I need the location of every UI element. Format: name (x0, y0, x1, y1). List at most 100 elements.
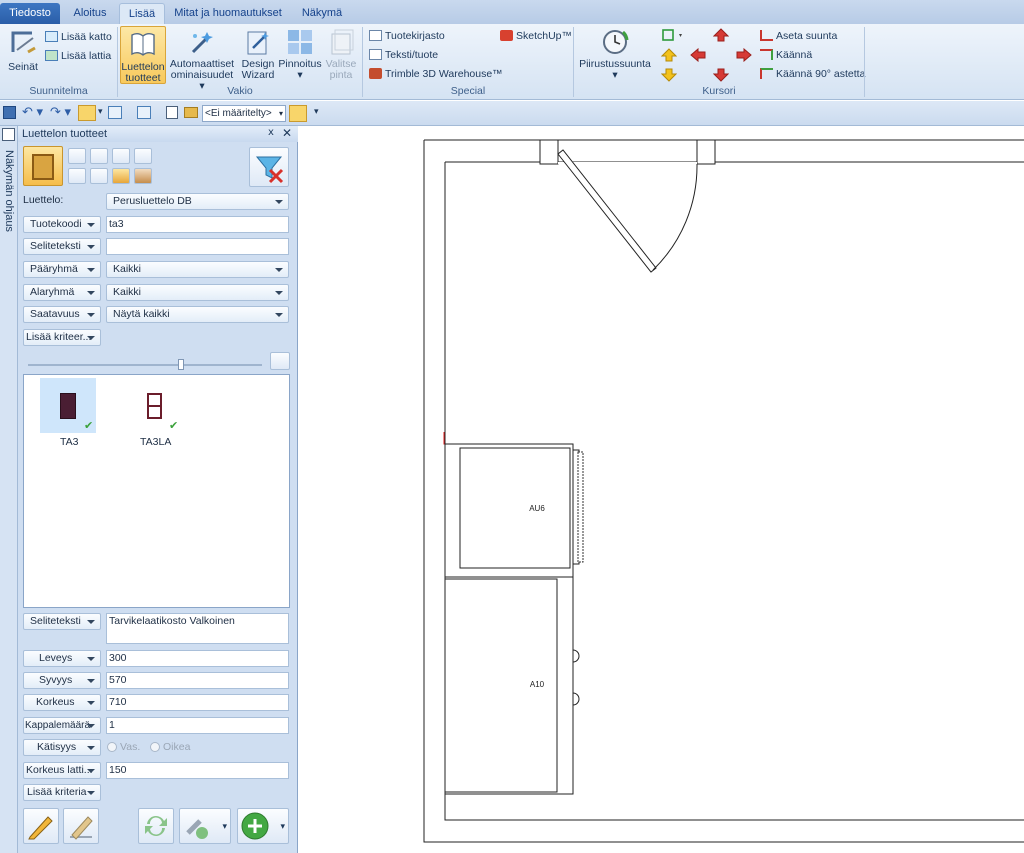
catalog-select[interactable]: Perusluettelo DB (106, 193, 289, 210)
replace-button[interactable] (138, 808, 174, 844)
view-select-value: <Ei määritelty> (205, 108, 272, 119)
category-corner-icon[interactable] (68, 148, 86, 164)
category-appliance-icon[interactable] (134, 148, 152, 164)
save-icon[interactable] (3, 106, 16, 119)
description-input[interactable] (106, 238, 289, 255)
draw-button[interactable] (23, 808, 59, 844)
product-library-button[interactable]: Tuotekirjasto (369, 28, 445, 44)
add-criteria-top-button[interactable]: Lisää kriteer... (23, 329, 101, 346)
slider-thumb[interactable] (178, 359, 184, 370)
sketchup-button[interactable]: SketchUp™ (500, 28, 572, 44)
close-icon[interactable]: ✕ (282, 126, 292, 140)
select-surface-button[interactable]: Valitse pinta (324, 28, 358, 84)
product-ta3la-label[interactable]: TA3LA (140, 436, 171, 448)
product-code-input[interactable]: ta3 (106, 216, 289, 233)
add-ceiling-button[interactable]: Lisää katto (45, 29, 112, 45)
dropdown-arrow-icon: ▾ (612, 69, 618, 81)
undo-icon[interactable]: ↶ ▾ (22, 104, 43, 120)
floor-height-criteria[interactable]: Korkeus latti... (23, 762, 101, 779)
selected-description-input[interactable]: Tarvikelaatikosto Valkoinen (106, 613, 289, 644)
redo-icon[interactable]: ↷ ▾ (50, 104, 71, 120)
arrow-down-icon[interactable] (712, 68, 730, 85)
depth-criteria[interactable]: Syvyys (23, 672, 101, 689)
book-view-icon[interactable] (289, 105, 307, 122)
category-furniture-icon[interactable] (134, 168, 152, 184)
tab-dimensions[interactable]: Mitat ja huomautukset (167, 3, 289, 24)
height-criteria[interactable]: Korkeus (23, 694, 101, 711)
thumbnail-size-slider[interactable] (28, 364, 262, 366)
add-product-button[interactable]: ▾ (237, 808, 289, 844)
hand-right-radio[interactable] (150, 742, 160, 752)
zoom-icon[interactable] (137, 106, 151, 119)
selected-description-criteria[interactable]: Seliteteksti (23, 613, 101, 630)
link-add-button[interactable]: ▾ (179, 808, 231, 844)
category-cabinet-icon[interactable] (23, 146, 63, 186)
sub-group-criteria[interactable]: Alaryhmä (23, 284, 101, 301)
clear-filter-button[interactable] (249, 147, 289, 187)
floor-plan-drawing[interactable]: AU6 A10 (299, 126, 1024, 853)
description-criteria[interactable]: Seliteteksti (23, 238, 101, 255)
main-group-criteria[interactable]: Pääryhmä (23, 261, 101, 278)
tab-file[interactable]: Tiedosto (0, 3, 60, 24)
coatings-button[interactable]: Pinnoitus ▾ (278, 28, 322, 84)
view-select[interactable]: <Ei määritelty> ▾ (202, 105, 286, 122)
trimble-warehouse-button[interactable]: Trimble 3D Warehouse™ (369, 66, 503, 82)
drawing-canvas[interactable]: AU6 A10 (299, 126, 1024, 853)
hand-left-radio[interactable] (107, 742, 117, 752)
arrow-up-yellow-icon[interactable] (660, 48, 678, 65)
checkbox-icon[interactable] (166, 106, 178, 119)
walls-button[interactable]: Seinät (4, 28, 42, 74)
sub-group-select[interactable]: Kaikki (106, 284, 289, 301)
category-tall-cabinet-icon[interactable] (112, 148, 130, 164)
width-criteria[interactable]: Leveys (23, 650, 101, 667)
main-group-select[interactable]: Kaikki (106, 261, 289, 278)
design-wizard-button[interactable]: Design Wizard (239, 28, 277, 84)
floor-height-input[interactable]: 150 (106, 762, 289, 779)
set-direction-button[interactable]: Aseta suunta (760, 28, 837, 44)
product-code-criteria[interactable]: Tuotekoodi (23, 216, 101, 233)
folder-icon[interactable] (184, 107, 198, 118)
catalog-products-button[interactable]: Luettelon tuotteet (120, 26, 166, 84)
pin-icon[interactable]: ⅹ (268, 127, 274, 138)
tab-home[interactable]: Aloitus (62, 3, 118, 24)
auto-properties-button[interactable]: Automaattiset ominaisuudet ▾ (168, 28, 236, 92)
category-wall-cabinet-icon[interactable] (90, 148, 108, 164)
sketchup-icon (500, 30, 513, 41)
add-criteria-button[interactable]: Lisää kriteria (23, 784, 101, 801)
text-product-button[interactable]: Teksti/tuote (369, 47, 438, 63)
arrow-left-icon[interactable] (690, 47, 706, 65)
product-ta3la-icon[interactable] (147, 393, 162, 419)
add-floor-button[interactable]: Lisää lattia (45, 48, 111, 64)
availability-criteria[interactable]: Saatavuus (23, 306, 101, 323)
arrow-down-yellow-icon[interactable] (660, 68, 678, 85)
door-frame-left (539, 139, 559, 165)
product-ta3-label[interactable]: TA3 (60, 436, 78, 448)
quantity-criteria[interactable]: Kappalemäärä (23, 717, 101, 734)
fit-view-icon[interactable] (661, 28, 685, 45)
rotate-90-button[interactable]: Käännä 90° astetta (760, 66, 865, 82)
view-control-sidetab[interactable]: Näkymän ohjaus (0, 126, 18, 853)
arrow-up-icon[interactable] (712, 28, 730, 45)
height-input[interactable]: 710 (106, 694, 289, 711)
rotate-button[interactable]: Käännä (760, 47, 812, 63)
tab-insert[interactable]: Lisää (119, 3, 165, 24)
availability-select[interactable]: Näytä kaikki (106, 306, 289, 323)
handedness-criteria[interactable]: Kätisyys (23, 739, 101, 756)
category-hood-icon[interactable] (68, 168, 86, 184)
door-leaf[interactable] (557, 149, 657, 273)
dropdown-arrow-icon[interactable]: ▾ (98, 106, 103, 117)
layout-icon[interactable] (108, 106, 122, 119)
category-panel-icon[interactable] (90, 168, 108, 184)
category-accessory-icon[interactable] (112, 168, 130, 184)
quantity-input[interactable]: 1 (106, 717, 289, 734)
customize-qat-icon[interactable]: ▾ (314, 106, 319, 117)
arrow-right-icon[interactable] (736, 47, 752, 65)
measure-draw-button[interactable] (63, 808, 99, 844)
link-icon[interactable] (270, 352, 290, 370)
width-input[interactable]: 300 (106, 650, 289, 667)
view-mode-icon[interactable] (78, 105, 96, 121)
depth-input[interactable]: 570 (106, 672, 289, 689)
tab-view[interactable]: Näkymä (292, 3, 352, 24)
drawing-direction-button[interactable]: Piirustussuunta ▾ (578, 28, 652, 84)
product-ta3-icon[interactable] (60, 393, 76, 419)
